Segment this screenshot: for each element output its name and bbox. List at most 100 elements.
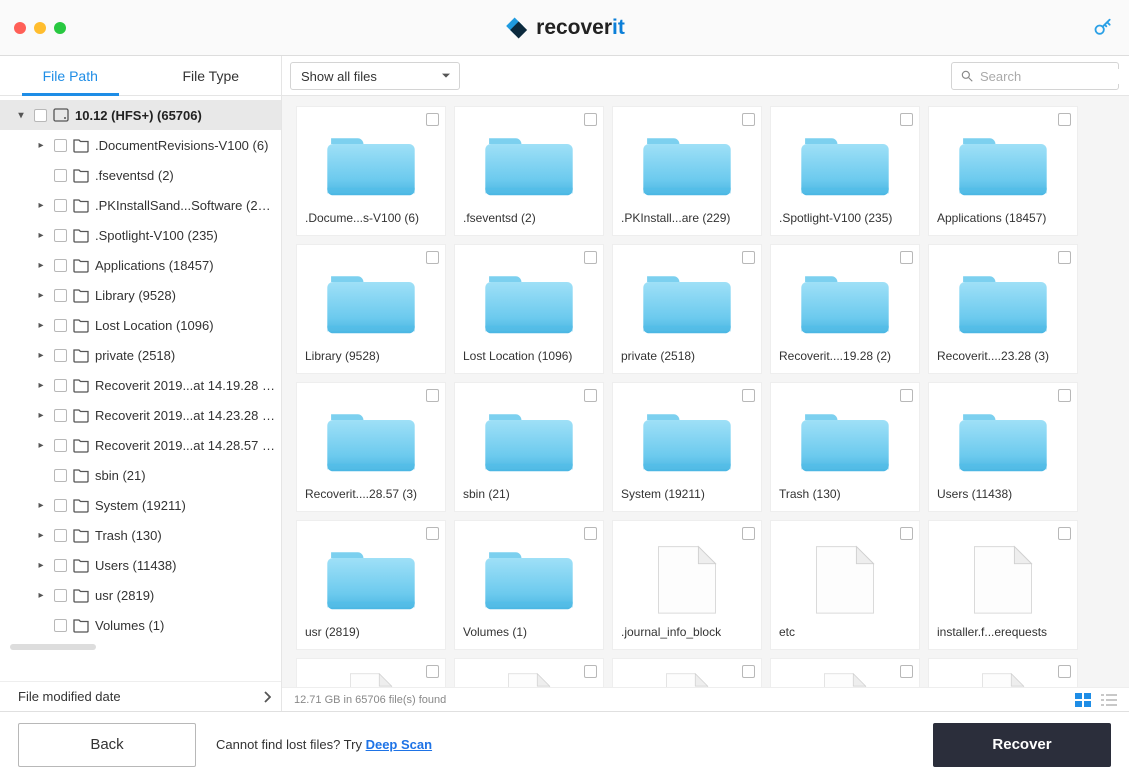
file-card[interactable]: etc — [770, 520, 920, 650]
card-checkbox[interactable] — [900, 251, 913, 264]
folder-card[interactable]: .fseventsd (2) — [454, 106, 604, 236]
tree-checkbox[interactable] — [54, 469, 67, 482]
card-checkbox[interactable] — [1058, 113, 1071, 126]
tree-item[interactable]: ▸Lost Location (1096) — [0, 310, 281, 340]
tab-file-type[interactable]: File Type — [141, 56, 282, 95]
tree-checkbox[interactable] — [54, 559, 67, 572]
folder-card[interactable]: Users (11438) — [928, 382, 1078, 512]
tree-item[interactable]: ▸Applications (18457) — [0, 250, 281, 280]
file-grid[interactable]: .Docume...s-V100 (6).fseventsd (2).PKIns… — [282, 96, 1129, 687]
tree-checkbox[interactable] — [54, 349, 67, 362]
tree-item[interactable]: ▸Trash (130) — [0, 520, 281, 550]
chevron-right-icon[interactable]: ▸ — [34, 500, 48, 511]
file-card[interactable] — [928, 658, 1078, 687]
list-view-icon[interactable] — [1101, 693, 1117, 707]
card-checkbox[interactable] — [426, 527, 439, 540]
folder-card[interactable]: .Docume...s-V100 (6) — [296, 106, 446, 236]
tree-checkbox[interactable] — [54, 439, 67, 452]
tree-checkbox[interactable] — [54, 229, 67, 242]
card-checkbox[interactable] — [742, 389, 755, 402]
chevron-right-icon[interactable]: ▸ — [34, 590, 48, 601]
tree-checkbox[interactable] — [54, 169, 67, 182]
tree-item[interactable]: ▸.PKInstallSand...Software (229) — [0, 190, 281, 220]
tree-item[interactable]: ▸System (19211) — [0, 490, 281, 520]
tree-item[interactable]: ▸Recoverit 2019...at 14.19.28 (2) — [0, 370, 281, 400]
tree-checkbox[interactable] — [54, 139, 67, 152]
tree-item[interactable]: ▸Users (11438) — [0, 550, 281, 580]
search-input[interactable] — [980, 69, 1129, 84]
tree-checkbox[interactable] — [54, 409, 67, 422]
tree-checkbox[interactable] — [54, 499, 67, 512]
tree-checkbox[interactable] — [54, 619, 67, 632]
folder-card[interactable]: Trash (130) — [770, 382, 920, 512]
chevron-right-icon[interactable]: ▸ — [34, 440, 48, 451]
file-card[interactable]: installer.f...erequests — [928, 520, 1078, 650]
tree-item[interactable]: ▸Volumes (1) — [0, 610, 281, 640]
folder-card[interactable]: Volumes (1) — [454, 520, 604, 650]
file-card[interactable] — [296, 658, 446, 687]
deep-scan-link[interactable]: Deep Scan — [366, 737, 432, 752]
tree-checkbox[interactable] — [54, 289, 67, 302]
folder-card[interactable]: .Spotlight-V100 (235) — [770, 106, 920, 236]
card-checkbox[interactable] — [426, 665, 439, 678]
chevron-down-icon[interactable]: ▾ — [14, 110, 28, 121]
tree-checkbox[interactable] — [54, 379, 67, 392]
tree-checkbox[interactable] — [34, 109, 47, 122]
chevron-right-icon[interactable]: ▸ — [34, 410, 48, 421]
card-checkbox[interactable] — [900, 665, 913, 678]
card-checkbox[interactable] — [900, 389, 913, 402]
chevron-right-icon[interactable]: ▸ — [34, 230, 48, 241]
file-card[interactable] — [770, 658, 920, 687]
tree-item[interactable]: ▸Recoverit 2019...at 14.28.57 (3) — [0, 430, 281, 460]
tree-item[interactable]: ▸sbin (21) — [0, 460, 281, 490]
chevron-right-icon[interactable]: ▸ — [34, 350, 48, 361]
file-tree[interactable]: ▾ 10.12 (HFS+) (65706) ▸.DocumentRevisio… — [0, 96, 281, 681]
chevron-right-icon[interactable]: ▸ — [34, 530, 48, 541]
card-checkbox[interactable] — [1058, 251, 1071, 264]
tree-checkbox[interactable] — [54, 259, 67, 272]
file-card[interactable] — [612, 658, 762, 687]
card-checkbox[interactable] — [584, 389, 597, 402]
file-card[interactable] — [454, 658, 604, 687]
chevron-right-icon[interactable]: ▸ — [34, 380, 48, 391]
tree-checkbox[interactable] — [54, 319, 67, 332]
close-window-button[interactable] — [14, 22, 26, 34]
folder-card[interactable]: Recoverit....23.28 (3) — [928, 244, 1078, 374]
card-checkbox[interactable] — [900, 113, 913, 126]
zoom-window-button[interactable] — [54, 22, 66, 34]
tree-checkbox[interactable] — [54, 589, 67, 602]
tree-checkbox[interactable] — [54, 199, 67, 212]
tree-item[interactable]: ▸Recoverit 2019...at 14.23.28 (3) — [0, 400, 281, 430]
folder-card[interactable]: System (19211) — [612, 382, 762, 512]
folder-card[interactable]: Library (9528) — [296, 244, 446, 374]
folder-card[interactable]: usr (2819) — [296, 520, 446, 650]
card-checkbox[interactable] — [1058, 527, 1071, 540]
card-checkbox[interactable] — [1058, 389, 1071, 402]
chevron-right-icon[interactable]: ▸ — [34, 200, 48, 211]
chevron-right-icon[interactable]: ▸ — [34, 560, 48, 571]
folder-card[interactable]: Recoverit....28.57 (3) — [296, 382, 446, 512]
card-checkbox[interactable] — [742, 113, 755, 126]
tab-file-path[interactable]: File Path — [0, 56, 141, 95]
card-checkbox[interactable] — [426, 389, 439, 402]
horizontal-scrollbar[interactable] — [10, 644, 96, 650]
chevron-right-icon[interactable]: ▸ — [34, 320, 48, 331]
grid-view-icon[interactable] — [1075, 693, 1091, 707]
recover-button[interactable]: Recover — [933, 723, 1111, 767]
folder-card[interactable]: private (2518) — [612, 244, 762, 374]
file-card[interactable]: .journal_info_block — [612, 520, 762, 650]
tree-item[interactable]: ▸.fseventsd (2) — [0, 160, 281, 190]
chevron-right-icon[interactable]: ▸ — [34, 260, 48, 271]
chevron-right-icon[interactable]: ▸ — [34, 290, 48, 301]
card-checkbox[interactable] — [426, 113, 439, 126]
card-checkbox[interactable] — [742, 665, 755, 678]
tree-item[interactable]: ▸Library (9528) — [0, 280, 281, 310]
tree-root[interactable]: ▾ 10.12 (HFS+) (65706) — [0, 100, 281, 130]
tree-item[interactable]: ▸.Spotlight-V100 (235) — [0, 220, 281, 250]
minimize-window-button[interactable] — [34, 22, 46, 34]
card-checkbox[interactable] — [1058, 665, 1071, 678]
card-checkbox[interactable] — [584, 113, 597, 126]
search-box[interactable] — [951, 62, 1119, 90]
license-key-icon[interactable] — [1093, 18, 1113, 38]
sidebar-footer-button[interactable]: File modified date — [0, 681, 281, 711]
